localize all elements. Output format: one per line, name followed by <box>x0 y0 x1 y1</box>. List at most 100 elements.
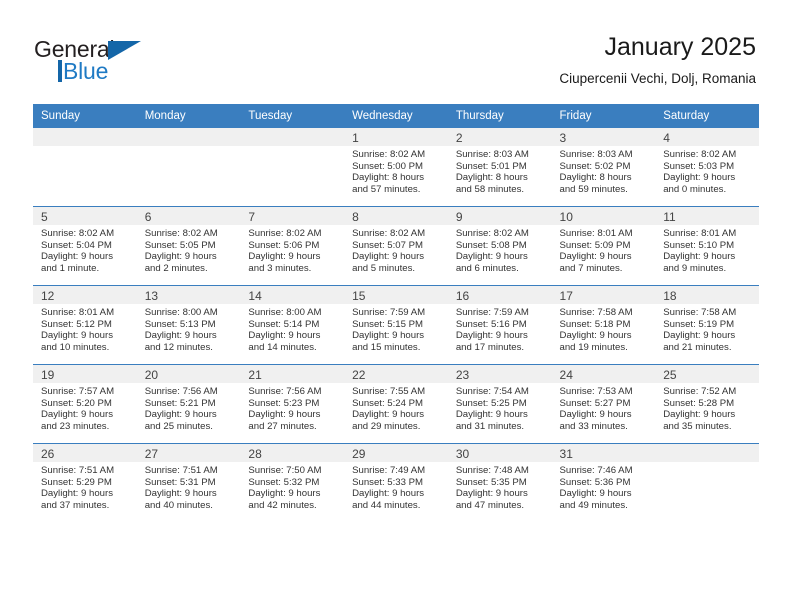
day-number-band: 7 <box>240 207 345 225</box>
day-details: Sunrise: 8:00 AM Sunset: 5:13 PM Daylight:… <box>137 304 241 353</box>
calendar-day-cell[interactable]: 5 Sunrise: 8:02 AM Sunset: 5:04 PM Daylight… <box>33 206 137 286</box>
daylight-duration-line2: and 58 minutes. <box>455 183 525 195</box>
calendar-day-cell[interactable]: 13 Sunrise: 8:00 AM Sunset: 5:13 PM Dayligh… <box>136 285 241 365</box>
sunrise-time: Sunrise: 7:51 AM <box>144 465 218 476</box>
sunrise-time: Sunrise: 7:56 AM <box>144 386 218 397</box>
daylight-duration-line2: and 47 minutes. <box>455 499 525 511</box>
calendar-day-cell[interactable]: 23 Sunrise: 7:54 AM Sunset: 5:25 PM Dayligh… <box>447 364 552 444</box>
daylight-duration-line2: and 27 minutes. <box>248 420 317 432</box>
sunrise-time: Sunrise: 7:59 AM <box>455 307 529 318</box>
calendar-day-cell[interactable]: 11 Sunrise: 8:01 AM Sunset: 5:10 PM Dayligh… <box>655 206 759 286</box>
calendar-day-cell[interactable]: 30 Sunrise: 7:48 AM Sunset: 5:35 PM Dayligh… <box>447 443 552 522</box>
daylight-duration-line1: Daylight: 8 hours <box>559 172 632 184</box>
sunrise-sunset-calendar: Sunday Monday Tuesday Wednesday Thursday… <box>33 104 759 522</box>
calendar-day-cell[interactable]: 31 Sunrise: 7:46 AM Sunset: 5:36 PM Dayligh… <box>551 443 656 522</box>
calendar-day-cell[interactable]: 9 Sunrise: 8:02 AM Sunset: 5:08 PM Daylight… <box>447 206 552 286</box>
sunset-time: Sunset: 5:02 PM <box>559 160 631 172</box>
day-details: Sunrise: 7:54 AM Sunset: 5:25 PM Daylight:… <box>448 383 552 432</box>
calendar-day-cell[interactable]: 14 Sunrise: 8:00 AM Sunset: 5:14 PM Dayligh… <box>240 285 345 365</box>
calendar-day-cell[interactable]: 29 Sunrise: 7:49 AM Sunset: 5:33 PM Dayligh… <box>344 443 448 522</box>
calendar-week-row: 5 Sunrise: 8:02 AM Sunset: 5:04 PM Daylight… <box>33 206 759 286</box>
sunset-time: Sunset: 5:16 PM <box>455 318 527 330</box>
calendar-day-cell[interactable]: 27 Sunrise: 7:51 AM Sunset: 5:31 PM Dayligh… <box>136 443 241 522</box>
sunset-time: Sunset: 5:18 PM <box>559 318 631 330</box>
day-number: 2 <box>455 131 463 145</box>
day-details: Sunrise: 8:02 AM Sunset: 5:04 PM Daylight:… <box>33 225 137 274</box>
calendar-day-cell[interactable]: 6 Sunrise: 8:02 AM Sunset: 5:05 PM Daylight… <box>136 206 241 286</box>
sunset-time: Sunset: 5:06 PM <box>248 239 320 251</box>
sunset-time: Sunset: 5:31 PM <box>144 476 216 488</box>
day-details: Sunrise: 7:48 AM Sunset: 5:35 PM Daylight:… <box>448 462 552 511</box>
sunset-time: Sunset: 5:10 PM <box>663 239 735 251</box>
calendar-day-cell[interactable]: 16 Sunrise: 7:59 AM Sunset: 5:16 PM Dayligh… <box>447 285 552 365</box>
day-number: 16 <box>455 289 470 303</box>
daylight-duration-line2: and 3 minutes. <box>248 262 312 274</box>
day-number: 25 <box>663 368 677 382</box>
calendar-day-cell[interactable]: 3 Sunrise: 8:03 AM Sunset: 5:02 PM Daylight… <box>551 128 656 207</box>
day-number: 14 <box>248 289 262 303</box>
calendar-day-cell[interactable]: 10 Sunrise: 8:01 AM Sunset: 5:09 PM Dayligh… <box>551 206 656 286</box>
calendar-day-cell[interactable]: 17 Sunrise: 7:58 AM Sunset: 5:18 PM Dayligh… <box>551 285 656 365</box>
sunrise-time: Sunrise: 7:59 AM <box>352 307 426 318</box>
sunrise-time: Sunrise: 8:00 AM <box>248 307 322 318</box>
calendar-day-cell[interactable]: 22 Sunrise: 7:55 AM Sunset: 5:24 PM Dayligh… <box>344 364 448 444</box>
day-number-band: 17 <box>551 286 656 304</box>
calendar-day-cell[interactable]: 21 Sunrise: 7:56 AM Sunset: 5:23 PM Dayligh… <box>240 364 345 444</box>
calendar-day-cell[interactable]: 20 Sunrise: 7:56 AM Sunset: 5:21 PM Dayligh… <box>136 364 241 444</box>
day-number-band: 16 <box>447 286 552 304</box>
day-number: 15 <box>352 289 366 303</box>
calendar-day-cell[interactable]: 25 Sunrise: 7:52 AM Sunset: 5:28 PM Dayligh… <box>655 364 759 444</box>
day-details: Sunrise: 7:58 AM Sunset: 5:19 PM Daylight:… <box>655 304 759 353</box>
calendar-day-cell-empty <box>655 443 759 522</box>
day-number: 8 <box>352 210 359 224</box>
day-details: Sunrise: 8:02 AM Sunset: 5:05 PM Daylight:… <box>137 225 241 274</box>
daylight-duration-line2: and 12 minutes. <box>144 341 213 353</box>
daylight-duration-line1: Daylight: 9 hours <box>248 409 321 421</box>
sunrise-time: Sunrise: 7:46 AM <box>559 465 633 476</box>
calendar-day-cell[interactable]: 8 Sunrise: 8:02 AM Sunset: 5:07 PM Daylight… <box>344 206 448 286</box>
calendar-day-cell[interactable]: 7 Sunrise: 8:02 AM Sunset: 5:06 PM Daylight… <box>240 206 345 286</box>
sunrise-time: Sunrise: 8:03 AM <box>559 149 633 160</box>
day-number: 13 <box>144 289 159 303</box>
daylight-duration-line2: and 23 minutes. <box>41 420 110 432</box>
calendar-day-cell[interactable]: 28 Sunrise: 7:50 AM Sunset: 5:32 PM Dayligh… <box>240 443 345 522</box>
calendar-day-cell[interactable]: 24 Sunrise: 7:53 AM Sunset: 5:27 PM Dayligh… <box>551 364 656 444</box>
general-blue-logo[interactable]: General Blue <box>34 36 274 88</box>
daylight-duration-line1: Daylight: 9 hours <box>663 409 736 421</box>
day-number-band: 2 <box>447 128 552 146</box>
calendar-day-cell[interactable]: 2 Sunrise: 8:03 AM Sunset: 5:01 PM Daylight… <box>447 128 552 207</box>
sunrise-time: Sunrise: 7:54 AM <box>455 386 529 397</box>
calendar-day-cell[interactable]: 1 Sunrise: 8:02 AM Sunset: 5:00 PM Daylight… <box>344 128 448 207</box>
page-title: January 2025 <box>604 33 756 61</box>
day-number-band: 10 <box>551 207 656 225</box>
calendar-day-cell[interactable]: 12 Sunrise: 8:01 AM Sunset: 5:12 PM Dayligh… <box>33 285 137 365</box>
daylight-duration-line2: and 57 minutes. <box>352 183 421 195</box>
daylight-duration-line1: Daylight: 9 hours <box>41 330 113 342</box>
sunset-time: Sunset: 5:13 PM <box>144 318 216 330</box>
daylight-duration-line2: and 40 minutes. <box>144 499 213 511</box>
calendar-day-cell[interactable]: 19 Sunrise: 7:57 AM Sunset: 5:20 PM Dayligh… <box>33 364 137 444</box>
daylight-duration-line1: Daylight: 9 hours <box>352 488 425 500</box>
weekday-header-tuesday: Tuesday <box>240 104 345 128</box>
daylight-duration-line1: Daylight: 9 hours <box>248 251 321 263</box>
calendar-body: 1 Sunrise: 8:02 AM Sunset: 5:00 PM Daylight… <box>33 128 759 522</box>
day-number-band: 9 <box>447 207 552 225</box>
calendar-day-cell[interactable]: 18 Sunrise: 7:58 AM Sunset: 5:19 PM Dayligh… <box>655 285 759 365</box>
day-number-band: 31 <box>551 444 656 462</box>
day-number: 31 <box>559 447 573 461</box>
day-details: Sunrise: 7:59 AM Sunset: 5:16 PM Daylight:… <box>448 304 552 353</box>
logo-triangle-icon <box>108 41 141 60</box>
day-number-band <box>33 128 137 146</box>
calendar-day-cell[interactable]: 26 Sunrise: 7:51 AM Sunset: 5:29 PM Dayligh… <box>33 443 137 522</box>
sunrise-time: Sunrise: 8:02 AM <box>248 228 322 239</box>
weekday-header-thursday: Thursday <box>447 104 552 128</box>
day-details: Sunrise: 8:02 AM Sunset: 5:08 PM Daylight:… <box>448 225 552 274</box>
daylight-duration-line2: and 37 minutes. <box>41 499 110 511</box>
calendar-day-cell[interactable]: 4 Sunrise: 8:02 AM Sunset: 5:03 PM Daylight… <box>655 128 759 207</box>
day-number-band: 26 <box>33 444 137 462</box>
day-number: 1 <box>352 131 359 145</box>
sunset-time: Sunset: 5:00 PM <box>352 160 424 172</box>
day-number: 9 <box>455 210 463 224</box>
calendar-day-cell[interactable]: 15 Sunrise: 7:59 AM Sunset: 5:15 PM Dayligh… <box>344 285 448 365</box>
sunset-time: Sunset: 5:20 PM <box>41 397 112 409</box>
